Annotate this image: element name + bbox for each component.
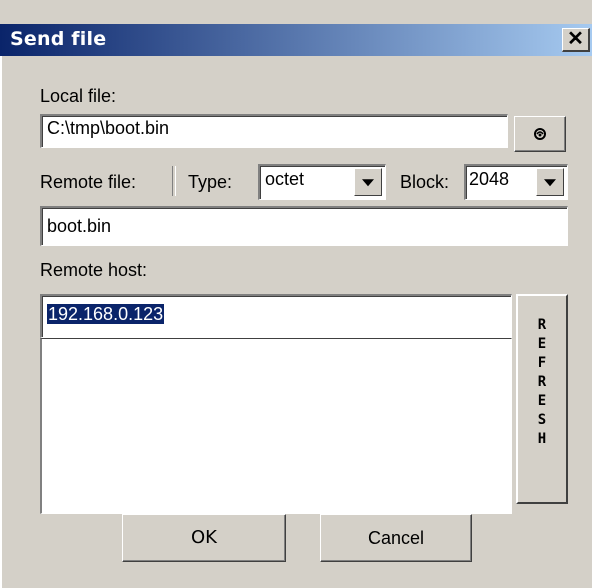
close-icon: ✕ — [567, 28, 584, 50]
type-select[interactable]: octet — [258, 164, 386, 200]
remote-file-label: Remote file: — [40, 172, 137, 192]
remote-file-input[interactable]: boot.bin — [40, 206, 568, 246]
cancel-button[interactable]: Cancel — [320, 514, 472, 562]
window-border — [0, 56, 2, 588]
local-file-input[interactable]: C:\tmp\boot.bin — [40, 114, 508, 148]
title-bar[interactable]: Send file ✕ — [0, 24, 592, 56]
refresh-button[interactable]: REFRESH — [516, 294, 568, 504]
browse-button[interactable] — [514, 116, 566, 152]
refresh-letter: S — [537, 412, 547, 428]
block-value: 2048 — [469, 169, 510, 189]
remote-host-input[interactable]: 192.168.0.123 — [40, 294, 512, 338]
block-label: Block: — [400, 172, 450, 192]
refresh-letter: R — [537, 374, 547, 390]
browse-icon — [534, 128, 546, 140]
remote-host-value: 192.168.0.123 — [47, 304, 165, 324]
chevron-down-icon — [362, 179, 374, 187]
remote-host-label: Remote host: — [40, 260, 148, 280]
refresh-letter: H — [537, 431, 547, 447]
refresh-letter: R — [537, 317, 547, 333]
dialog-title: Send file — [10, 28, 107, 50]
type-value: octet — [265, 169, 305, 189]
refresh-letter: E — [537, 336, 547, 352]
chevron-down-icon — [544, 179, 556, 187]
remote-host-history-list[interactable] — [40, 338, 512, 514]
separator — [172, 166, 176, 196]
block-select[interactable]: 2048 — [464, 164, 568, 200]
block-dropdown-button[interactable] — [536, 168, 564, 196]
refresh-letter: F — [537, 355, 547, 371]
send-file-dialog: Send file ✕ Local file: C:\tmp\boot.bin … — [0, 0, 592, 588]
type-label: Type: — [188, 172, 233, 192]
close-button[interactable]: ✕ — [562, 28, 590, 52]
refresh-letter: E — [537, 393, 547, 409]
type-dropdown-button[interactable] — [354, 168, 382, 196]
ok-button[interactable]: OK — [122, 514, 286, 562]
local-file-label: Local file: — [40, 86, 117, 106]
